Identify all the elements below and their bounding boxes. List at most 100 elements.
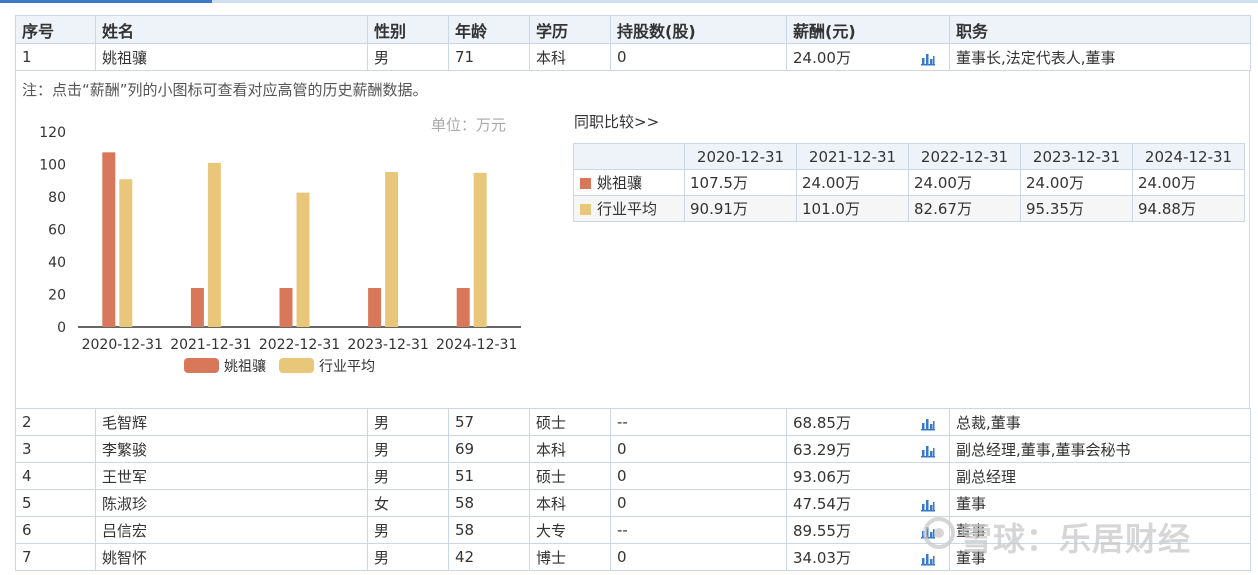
row-education: 本科 (529, 435, 611, 463)
compare-label-text: 行业平均 (597, 200, 658, 218)
legend-swatch[interactable] (184, 358, 219, 373)
compare-date-header: 2024-12-31 (1132, 143, 1245, 170)
salary-history-chart-icon[interactable] (920, 498, 936, 512)
salary-value: 89.55万 (793, 521, 851, 540)
row-name: 姚祖骧 (95, 43, 368, 71)
salary-value: 24.00万 (793, 48, 851, 67)
row-name: 吕信宏 (95, 516, 368, 544)
salary-note: 注：点击“薪酬”列的小图标可查看对应高管的历史薪酬数据。 (22, 81, 428, 99)
y-tick-label: 60 (48, 223, 66, 239)
y-tick-label: 100 (39, 158, 66, 174)
row-salary: 63.29万 (786, 435, 950, 463)
row-shares: -- (610, 408, 787, 436)
row-no: 2 (15, 408, 96, 436)
row-gender: 男 (367, 516, 449, 544)
row-name: 毛智辉 (95, 408, 368, 436)
row-name: 李繁骏 (95, 435, 368, 463)
row-education: 本科 (529, 489, 611, 517)
row-salary: 68.85万 (786, 408, 950, 436)
watermark-logo-icon (923, 517, 955, 549)
compare-row-label: 姚祖骧 (573, 169, 685, 196)
compare-value: 101.0万 (796, 195, 909, 222)
row-age: 71 (448, 43, 530, 71)
compare-value: 24.00万 (908, 169, 1021, 196)
compare-value: 82.67万 (908, 195, 1021, 222)
compare-row-label: 行业平均 (573, 195, 685, 222)
compare-value: 107.5万 (684, 169, 797, 196)
row-salary: 93.06万 (786, 462, 950, 490)
compare-value: 94.88万 (1132, 195, 1245, 222)
row-gender: 男 (367, 462, 449, 490)
compare-date-header: 2021-12-31 (796, 143, 909, 170)
peer-compare-link[interactable]: 同职比较>> (574, 111, 659, 132)
salary-value: 34.03万 (793, 548, 851, 567)
legend-swatch[interactable] (279, 358, 314, 373)
x-tick-label: 2023-12-31 (347, 337, 428, 353)
compare-row: 行业平均 90.91万 101.0万 82.67万 95.35万 94.88万 (573, 195, 1245, 222)
row-shares: 0 (610, 543, 787, 571)
compare-value: 24.00万 (1132, 169, 1245, 196)
legend-swatch (580, 178, 591, 189)
row-education: 本科 (529, 43, 611, 71)
table-row: 5 陈淑珍女 58 本科 0 47.54万 董事 (15, 489, 1251, 517)
bar-industry-avg (296, 192, 310, 327)
y-tick-label: 120 (39, 125, 66, 141)
row-education: 硕士 (529, 462, 611, 490)
row-gender: 男 (367, 543, 449, 571)
row-no: 1 (15, 43, 96, 71)
col-header-name: 姓名 (95, 15, 368, 44)
col-header-salary: 薪酬(元) (786, 15, 950, 44)
col-header-title: 职务 (949, 15, 1251, 44)
salary-value: 93.06万 (793, 467, 851, 486)
row-shares: -- (610, 516, 787, 544)
row-education: 硕士 (529, 408, 611, 436)
compare-date-header: 2020-12-31 (684, 143, 797, 170)
y-tick-label: 40 (48, 255, 66, 271)
legend-swatch (580, 204, 591, 215)
salary-value: 63.29万 (793, 440, 851, 459)
compare-value: 24.00万 (1020, 169, 1133, 196)
row-title: 总裁,董事 (949, 408, 1251, 436)
salary-value: 68.85万 (793, 413, 851, 432)
row-no: 7 (15, 543, 96, 571)
x-tick-label: 2022-12-31 (259, 337, 340, 353)
salary-history-chart-icon[interactable] (920, 417, 936, 431)
bar-person (456, 288, 470, 327)
row-shares: 0 (610, 43, 787, 71)
row-age: 58 (448, 489, 530, 517)
x-tick-label: 2021-12-31 (170, 337, 251, 353)
compare-label-text: 姚祖骧 (597, 174, 643, 192)
table-header-row: 序号 姓名 性别 年龄 学历 持股数(股) 薪酬(元) 职务 (15, 15, 1251, 44)
top-tab-strip (0, 0, 1258, 3)
salary-history-chart-icon[interactable] (920, 552, 936, 566)
row-gender: 男 (367, 408, 449, 436)
row-gender: 男 (367, 435, 449, 463)
row-no: 4 (15, 462, 96, 490)
bar-industry-avg (473, 172, 487, 327)
row-age: 58 (448, 516, 530, 544)
salary-bar-chart: 0 20 40 60 80 100 120 2020-12-31 2021-12-31 2022-… (39, 125, 521, 375)
y-tick-label: 0 (57, 320, 66, 336)
salary-history-chart-icon[interactable] (920, 52, 936, 66)
compare-corner-cell (573, 143, 685, 170)
legend-label[interactable]: 姚祖骧 (224, 358, 266, 375)
row-no: 3 (15, 435, 96, 463)
watermark-text: 雪球：乐居财经 (960, 520, 1192, 558)
executive-table: 序号 姓名 性别 年龄 学历 持股数(股) 薪酬(元) 职务 1 姚祖骧男 71 本科… (15, 15, 1251, 71)
row-shares: 0 (610, 435, 787, 463)
bar-industry-avg (385, 172, 399, 327)
row-title: 董事长,法定代表人,董事 (949, 43, 1251, 71)
compare-date-header: 2023-12-31 (1020, 143, 1133, 170)
bar-industry-avg (207, 162, 221, 327)
compare-header-row: 2020-12-31 2021-12-31 2022-12-31 2023-12-31… (573, 143, 1245, 170)
col-header-education: 学历 (529, 15, 611, 44)
y-tick-label: 80 (48, 190, 66, 206)
x-tick-label: 2024-12-31 (436, 337, 517, 353)
table-row: 3 李繁骏男 69 本科 0 63.29万 副总经理,董事,董事会秘书 (15, 435, 1251, 463)
salary-history-panel: 注：点击“薪酬”列的小图标可查看对应高管的历史薪酬数据。 单位：万元 0 20 40… (15, 70, 1250, 408)
bar-person (279, 288, 293, 327)
col-header-shares: 持股数(股) (610, 15, 787, 44)
legend-label[interactable]: 行业平均 (319, 359, 375, 375)
salary-history-chart-icon[interactable] (920, 444, 936, 458)
row-age: 42 (448, 543, 530, 571)
